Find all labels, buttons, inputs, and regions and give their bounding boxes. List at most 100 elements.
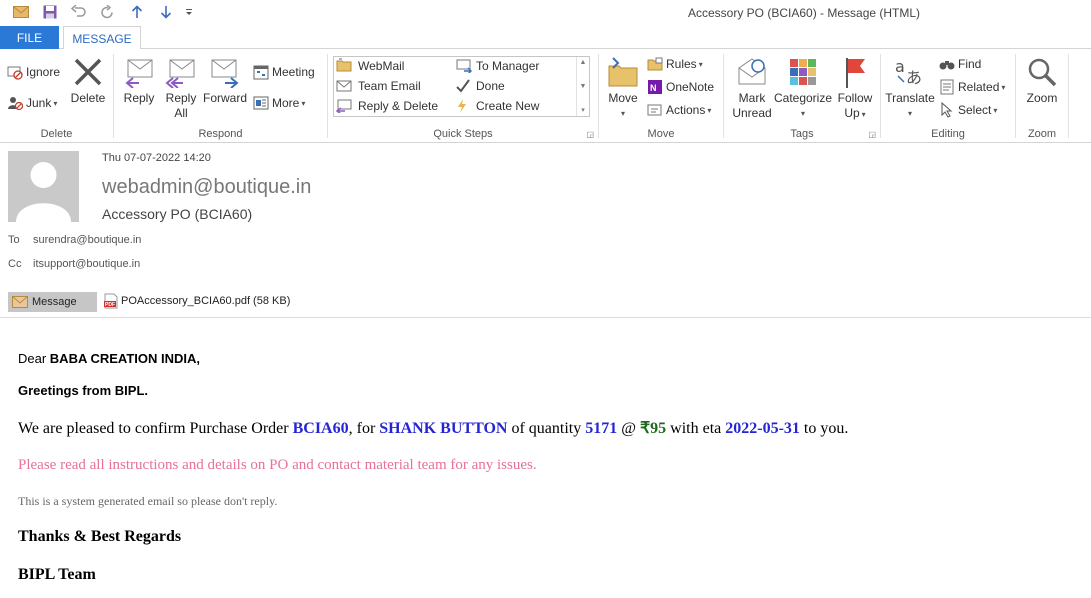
checkmark-icon <box>456 78 474 94</box>
more-respond-icon <box>253 95 269 111</box>
save-icon[interactable] <box>35 3 64 21</box>
person-silhouette-icon <box>16 162 71 222</box>
arrow-down-icon[interactable] <box>151 3 180 21</box>
system-note: This is a system generated email so plea… <box>18 494 278 508</box>
quick-steps-scrollbar[interactable]: ▲ ▼ ▾ <box>576 57 589 116</box>
scroll-down-icon[interactable]: ▼ <box>580 83 587 90</box>
po-number: BCIA60 <box>292 420 349 437</box>
move-group: Move ▾ Rules ▾ N OneNote Actions ▾ Move <box>599 49 723 142</box>
ignore-button[interactable]: Ignore <box>7 62 60 82</box>
confirmation-line: We are pleased to confirm Purchase Order… <box>18 420 849 437</box>
lightning-icon <box>456 98 474 114</box>
editing-group: aあ Translate ▾ Find Related ▾ Select ▾ Edi… <box>881 49 1015 142</box>
closing: Thanks & Best Regards <box>18 528 182 545</box>
respond-group: Reply Reply All Forward Meeting More ▾ R… <box>114 49 327 142</box>
title-bar: Accessory PO (BCIA60) - Message (HTML) <box>0 0 1091 26</box>
redo-icon[interactable] <box>93 3 122 21</box>
arrow-up-icon[interactable] <box>122 3 151 21</box>
junk-button[interactable]: Junk ▾ <box>7 93 57 113</box>
translate-button[interactable]: aあ Translate ▾ <box>885 55 935 121</box>
quick-step-done[interactable]: Done <box>456 78 505 94</box>
eta-date: 2022-05-31 <box>725 420 800 437</box>
recipient-company: BABA CREATION INDIA, <box>49 351 201 366</box>
tags-group: Mark Unread Categorize ▾ Follow Up ▾ Tags… <box>724 49 880 142</box>
message-date: Thu 07-07-2022 14:20 <box>102 152 211 164</box>
quick-step-team-email[interactable]: Team Email <box>336 78 421 94</box>
cursor-icon <box>939 102 955 118</box>
mark-unread-button[interactable]: Mark Unread <box>730 55 774 121</box>
move-folder-icon <box>606 55 640 89</box>
quick-step-create-new[interactable]: Create New <box>456 98 539 114</box>
related-button[interactable]: Related ▾ <box>939 77 1005 97</box>
cc-recipient[interactable]: itsupport@boutique.in <box>33 258 140 270</box>
actions-icon <box>647 102 663 118</box>
sender-address[interactable]: webadmin@boutique.in <box>102 176 311 199</box>
item-name: SHANK BUTTON <box>379 420 508 437</box>
message-header: Thu 07-07-2022 14:20 webadmin@boutique.i… <box>0 143 1091 318</box>
rules-button[interactable]: Rules ▾ <box>647 54 703 74</box>
forward-button[interactable]: Forward <box>203 55 247 106</box>
quick-steps-gallery: WebMail Team Email Reply & Delete To Man… <box>333 56 590 117</box>
dialog-launcher-icon[interactable]: ◲ <box>586 130 594 139</box>
move-button[interactable]: Move ▾ <box>604 55 642 121</box>
to-recipient[interactable]: surendra@boutique.in <box>33 234 141 246</box>
reply-all-button[interactable]: Reply All <box>162 55 200 121</box>
categorize-button[interactable]: Categorize ▾ <box>774 55 832 121</box>
more-button[interactable]: More ▾ <box>253 93 305 113</box>
select-button[interactable]: Select ▾ <box>939 100 997 120</box>
related-icon <box>939 79 955 95</box>
actions-button[interactable]: Actions ▾ <box>647 100 711 120</box>
quick-step-webmail[interactable]: WebMail <box>336 58 404 74</box>
pdf-file-icon: PDF <box>103 293 119 309</box>
tab-file[interactable]: FILE <box>0 26 59 49</box>
quick-step-reply-delete[interactable]: Reply & Delete <box>336 98 438 114</box>
dialog-launcher-icon[interactable]: ◲ <box>868 130 876 139</box>
editing-group-label: Editing <box>931 128 965 140</box>
delete-x-icon <box>71 55 105 89</box>
forward-icon <box>208 55 242 89</box>
quick-access-toolbar <box>6 3 198 21</box>
follow-up-button[interactable]: Follow Up ▾ <box>834 55 876 122</box>
attachment[interactable]: PDF POAccessory_BCIA60.pdf (58 KB) <box>103 293 290 309</box>
translate-icon: aあ <box>893 55 927 89</box>
envelope-icon <box>12 296 28 308</box>
instructions-note: Please read all instructions and details… <box>18 457 537 473</box>
envelope-icon[interactable] <box>6 3 35 21</box>
reply-delete-icon <box>336 98 354 114</box>
delete-group: Ignore Junk ▾ Delete Delete <box>0 49 113 142</box>
expand-gallery-icon[interactable]: ▾ <box>581 106 585 114</box>
ribbon: Ignore Junk ▾ Delete Delete Reply Reply … <box>0 49 1091 143</box>
mark-unread-icon <box>735 55 769 89</box>
zoom-group: Zoom Zoom <box>1016 49 1068 142</box>
folder-arrow-icon <box>336 58 354 74</box>
scroll-up-icon[interactable]: ▲ <box>580 59 587 66</box>
onenote-icon: N <box>647 79 663 95</box>
to-label: To <box>8 234 20 246</box>
svg-text:a: a <box>895 57 905 76</box>
attachment-name: POAccessory_BCIA60.pdf (58 KB) <box>121 295 291 307</box>
quick-steps-label: Quick Steps <box>433 128 493 140</box>
svg-text:PDF: PDF <box>105 302 115 308</box>
tab-message[interactable]: MESSAGE <box>63 26 141 50</box>
respond-group-label: Respond <box>198 128 243 140</box>
message-tab[interactable]: Message <box>8 292 97 312</box>
reply-button[interactable]: Reply <box>120 55 158 106</box>
delete-button[interactable]: Delete <box>70 55 106 106</box>
reply-all-icon <box>164 55 198 89</box>
to-manager-icon <box>456 58 474 74</box>
flag-icon <box>838 55 872 89</box>
undo-icon[interactable] <box>64 3 93 21</box>
avatar <box>8 151 79 222</box>
onenote-button[interactable]: N OneNote <box>647 77 714 97</box>
ribbon-tabs: FILE MESSAGE <box>0 26 1091 50</box>
group-divider <box>1068 54 1069 138</box>
meeting-button[interactable]: Meeting <box>253 62 315 82</box>
cc-label: Cc <box>8 258 22 270</box>
find-button[interactable]: Find <box>939 54 981 74</box>
binoculars-icon <box>939 56 955 72</box>
customize-qat-icon[interactable] <box>180 3 198 21</box>
team-email-icon <box>336 78 354 94</box>
delete-group-label: Delete <box>40 128 73 140</box>
quick-step-to-manager[interactable]: To Manager <box>456 58 539 74</box>
zoom-button[interactable]: Zoom <box>1022 55 1062 106</box>
